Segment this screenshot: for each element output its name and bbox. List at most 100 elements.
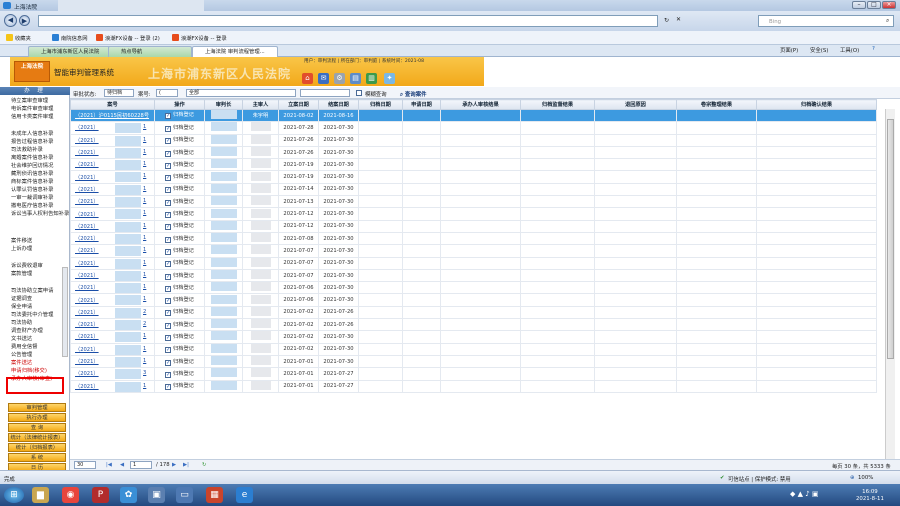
action-cell[interactable]: ✓ 归档登记 xyxy=(154,281,205,295)
case-link[interactable]: （2021） xyxy=(75,384,99,390)
case-suffix-link[interactable]: 1 xyxy=(143,296,146,302)
archive-checkbox[interactable]: ✓ xyxy=(165,261,172,268)
column-header[interactable]: 归档日期 xyxy=(358,99,403,110)
case-cell[interactable]: （2021） 1 xyxy=(70,293,155,307)
archive-checkbox[interactable]: ✓ xyxy=(165,298,172,305)
favorites-button[interactable]: 收藏夹 xyxy=(6,34,31,42)
sidebar-item[interactable]: 申请归档(移交) xyxy=(11,367,47,375)
case-cell[interactable]: （2021） 1 xyxy=(70,219,155,233)
sidebar-button[interactable]: 统计（归档报表） xyxy=(8,443,66,452)
stop-icon[interactable]: ✕ xyxy=(676,16,681,23)
case-suffix-link[interactable]: 1 xyxy=(143,346,146,352)
archive-checkbox[interactable]: ✓ xyxy=(165,359,172,366)
archive-checkbox[interactable]: ✓ xyxy=(165,187,172,194)
search-input[interactable]: Bing xyxy=(758,15,894,27)
column-header[interactable]: 退回原因 xyxy=(594,99,677,110)
case-suffix-link[interactable]: 1 xyxy=(143,137,146,143)
tray-icons[interactable]: ◆ ▲ ♪ ▣ xyxy=(790,490,819,498)
case-cell[interactable]: （2021） 1 xyxy=(70,133,155,147)
archive-checkbox[interactable]: ✓ xyxy=(165,371,172,378)
sidebar-item[interactable]: 撤电医疗信息补录 xyxy=(11,202,53,210)
sidebar-item[interactable]: 文书送达 xyxy=(11,335,32,343)
case-suffix-link[interactable]: 1 xyxy=(143,235,146,241)
archive-checkbox[interactable]: ✓ xyxy=(165,175,172,182)
table-row[interactable]: （2021） 1 ✓ 归档登记 2021-07-07 2021-07-30 xyxy=(70,268,877,283)
sidebar-scrollbar[interactable] xyxy=(62,267,68,357)
action-cell[interactable]: ✓ 归档登记 xyxy=(154,330,205,344)
sidebar-item[interactable]: 未成年人信息补录 xyxy=(11,130,53,138)
sidebar-item[interactable]: 商标案件信息补录 xyxy=(11,178,53,186)
zoom-level[interactable]: 100% xyxy=(858,475,873,481)
case-link[interactable]: （2021） xyxy=(75,273,99,279)
table-row[interactable]: （2021） 1 ✓ 归档登记 2021-07-12 2021-07-30 xyxy=(70,219,877,233)
table-row[interactable]: （2021） 1 ✓ 归档登记 2021-07-02 2021-07-30 xyxy=(70,342,877,356)
case-cell[interactable]: （2021） 1 xyxy=(70,145,155,160)
back-icon[interactable]: ◀ xyxy=(4,14,17,27)
table-row[interactable]: （2021） 1 ✓ 归档登记 2021-07-01 2021-07-27 xyxy=(70,379,877,393)
query-button[interactable]: ⌕ 查询案件 xyxy=(400,90,426,99)
archive-checkbox[interactable]: ✓ xyxy=(165,310,172,317)
folder-icon[interactable]: ▆ xyxy=(32,487,49,503)
table-row[interactable]: （2021） 1 ✓ 归档登记 2021-07-08 2021-07-30 xyxy=(70,231,877,246)
column-header[interactable]: 卷宗整理结果 xyxy=(676,99,757,110)
action-cell[interactable]: ✓ 归档登记 xyxy=(154,145,205,160)
pdf-icon[interactable]: P xyxy=(92,487,109,503)
case-suffix-link[interactable]: 1 xyxy=(143,186,146,192)
action-cell[interactable]: ✓ 归档登记 xyxy=(154,354,205,369)
case-suffix-link[interactable]: 1 xyxy=(143,161,146,167)
ie-taskbar-icon[interactable]: e xyxy=(236,487,253,503)
page-size-select[interactable]: 30 xyxy=(74,461,96,469)
sidebar-item[interactable]: 司法协助 xyxy=(11,319,32,327)
column-header[interactable]: 审判长 xyxy=(204,99,243,110)
sidebar-item[interactable]: 上诉办理 xyxy=(11,245,32,253)
page-input[interactable]: 1 xyxy=(130,461,152,469)
refresh-icon[interactable]: ↻ xyxy=(202,462,206,468)
column-header[interactable]: 承办人审核结果 xyxy=(440,99,521,110)
case-cell[interactable]: （2021） 2 xyxy=(70,305,155,320)
sidebar-item[interactable]: 诉讼当事人权利告知补录 xyxy=(11,210,69,218)
case-link[interactable]: （2021）沪0115民初60228号 xyxy=(75,113,149,119)
window-icon[interactable]: ▣ xyxy=(148,487,165,503)
fav-link-3[interactable]: 浪潮FX设备 -- 登录 xyxy=(172,34,227,42)
fav-link-2[interactable]: 浪潮FX设备 -- 登录 (2) xyxy=(96,34,160,42)
archive-checkbox[interactable]: ✓ xyxy=(165,248,172,255)
case-suffix-link[interactable]: 2 xyxy=(143,321,146,327)
case-link[interactable]: （2021） xyxy=(75,248,99,254)
chrome-icon[interactable]: ◉ xyxy=(62,487,79,503)
close-button[interactable]: × xyxy=(882,1,896,9)
case-suffix-link[interactable]: 1 xyxy=(143,223,146,229)
sidebar-button[interactable]: 执行办理 xyxy=(8,413,66,422)
table-row[interactable]: （2021） 2 ✓ 归档登记 2021-07-02 2021-07-26 xyxy=(70,305,877,320)
archive-checkbox[interactable]: ✓ xyxy=(165,162,172,169)
status-select[interactable]: 待归档 xyxy=(104,89,134,97)
table-row[interactable]: （2021） 1 ✓ 归档登记 2021-07-19 2021-07-30 xyxy=(70,170,877,184)
case-suffix-link[interactable]: 3 xyxy=(143,370,146,376)
sidebar-item[interactable]: 司法协助立案申请 xyxy=(11,287,53,295)
case-suffix-link[interactable]: 1 xyxy=(143,173,146,179)
case-suffix-link[interactable]: 1 xyxy=(143,198,146,204)
url-input[interactable] xyxy=(38,15,658,27)
tab-court-process[interactable]: 上海法院 审判流程管理... xyxy=(192,46,278,57)
sidebar-item[interactable]: 费用全信督 xyxy=(11,343,38,351)
archive-checkbox[interactable]: ✓ xyxy=(165,285,172,292)
sidebar-item[interactable]: 待立案审查审理 xyxy=(11,97,48,105)
action-cell[interactable]: ✓ 归档登记 xyxy=(154,133,205,147)
column-header[interactable]: 案号 xyxy=(70,99,155,110)
table-row[interactable]: （2021） 2 ✓ 归档登记 2021-07-02 2021-07-26 xyxy=(70,318,877,332)
sidebar-item[interactable]: 案件移送 xyxy=(11,237,32,245)
case-number-input[interactable] xyxy=(300,89,350,97)
table-row[interactable]: （2021） 1 ✓ 归档登记 2021-07-19 2021-07-30 xyxy=(70,158,877,172)
table-row[interactable]: （2021） 1 ✓ 归档登记 2021-07-14 2021-07-30 xyxy=(70,182,877,197)
menu-safety[interactable]: 安全(S) xyxy=(810,46,828,54)
case-cell[interactable]: （2021） 2 xyxy=(70,318,155,332)
table-row[interactable]: （2021） 3 ✓ 归档登记 2021-07-01 2021-07-27 xyxy=(70,367,877,381)
column-header[interactable]: 归档确认结果 xyxy=(756,99,877,110)
archive-checkbox[interactable]: ✓ xyxy=(165,334,172,341)
action-cell[interactable]: ✓ 归档登记 xyxy=(154,244,205,258)
case-cell[interactable]: （2021） 3 xyxy=(70,367,155,381)
document-icon[interactable]: ▤ xyxy=(350,73,361,84)
table-row[interactable]: （2021） 1 ✓ 归档登记 2021-07-13 2021-07-30 xyxy=(70,195,877,209)
archive-checkbox[interactable]: ✓ xyxy=(165,384,172,391)
case-cell[interactable]: （2021） 1 xyxy=(70,342,155,356)
column-header[interactable]: 结案日期 xyxy=(318,99,359,110)
